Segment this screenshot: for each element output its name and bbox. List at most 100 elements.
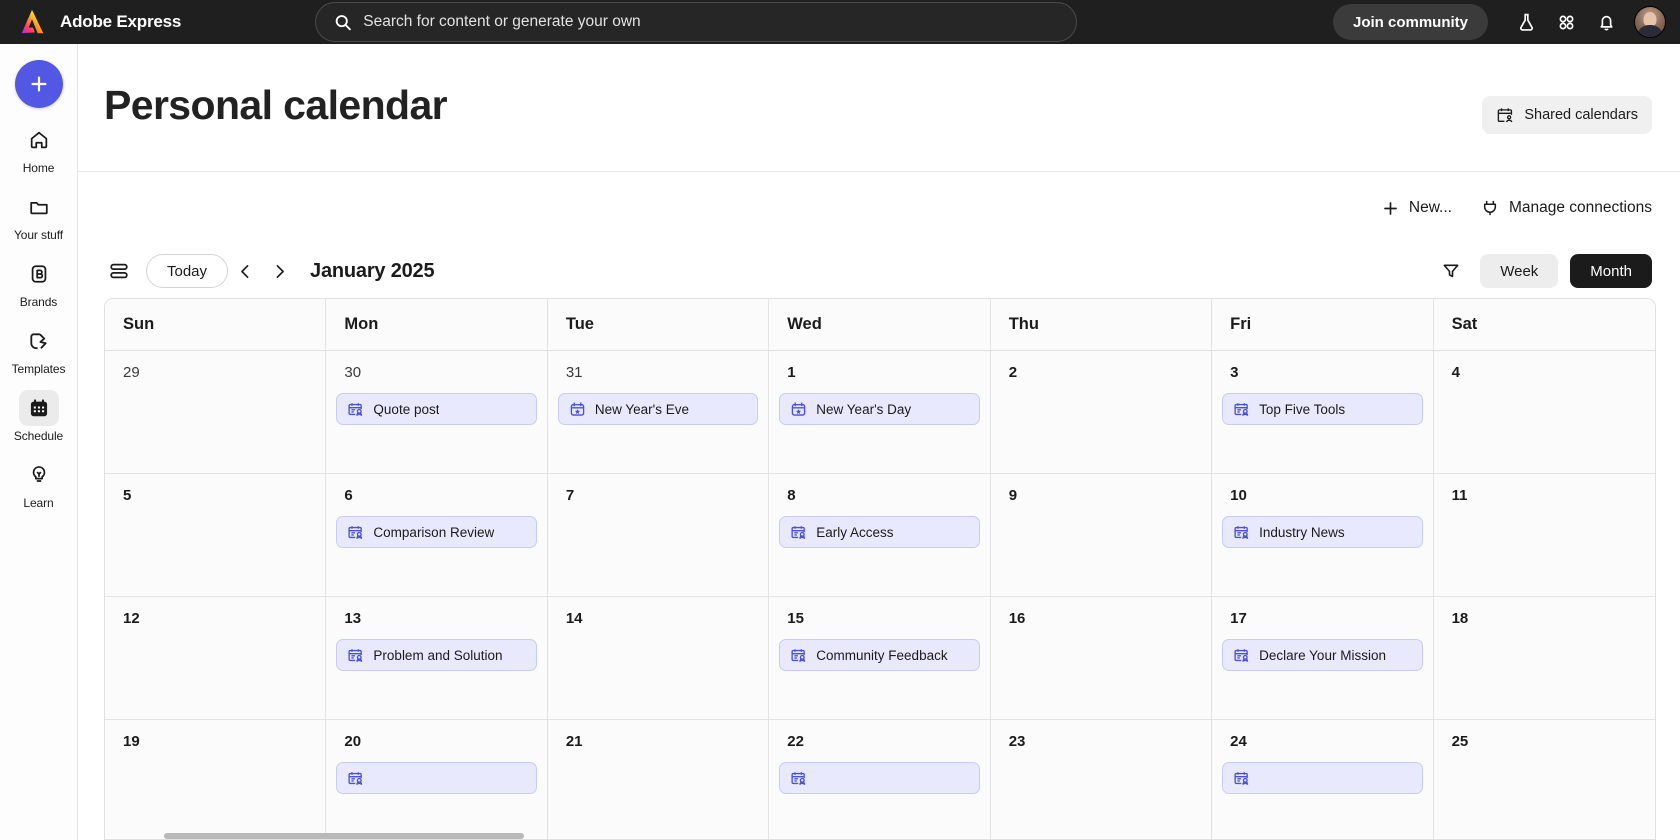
horizontal-scrollbar[interactable]: [104, 832, 1656, 840]
sidebar-item-brands[interactable]: Brands: [5, 256, 73, 309]
panel-list-icon[interactable]: [104, 256, 134, 286]
calendar-day-cell[interactable]: 30Quote post: [326, 351, 547, 473]
shared-calendars-button[interactable]: Shared calendars: [1482, 96, 1652, 134]
plug-icon: [1480, 198, 1500, 218]
sidebar-label-schedule: Schedule: [14, 429, 63, 443]
sidebar: Home Your stuff Brands Templates: [0, 44, 78, 840]
calendar-day-cell[interactable]: 25: [1434, 720, 1655, 840]
calendar-event-chip[interactable]: Declare Your Mission: [1222, 639, 1422, 671]
new-button[interactable]: New...: [1381, 199, 1452, 218]
calendar-event-chip[interactable]: Early Access: [779, 516, 979, 548]
event-title: Problem and Solution: [373, 648, 502, 663]
day-of-week-header: SunMonTueWedThuFriSat: [105, 299, 1655, 351]
filter-button[interactable]: [1434, 254, 1468, 288]
calendar-day-cell[interactable]: 14: [548, 597, 769, 719]
sidebar-label-learn: Learn: [23, 496, 53, 510]
day-number: 8: [779, 487, 979, 504]
view-week-button[interactable]: Week: [1480, 254, 1558, 288]
scheduled-post-icon: [790, 647, 807, 664]
day-header-tue: Tue: [548, 299, 769, 351]
page-title: Personal calendar: [104, 82, 447, 129]
view-month-button[interactable]: Month: [1570, 254, 1652, 288]
calendar-day-cell[interactable]: 23: [991, 720, 1212, 840]
day-number: 12: [115, 610, 315, 627]
calendar-event-chip[interactable]: Comparison Review: [336, 516, 536, 548]
lightbulb-icon: [19, 457, 59, 493]
day-number: 13: [336, 610, 536, 627]
beta-flask-icon[interactable]: [1506, 2, 1546, 42]
calendar-day-cell[interactable]: 15Community Feedback: [769, 597, 990, 719]
calendar-day-cell[interactable]: 8 Early Access: [769, 474, 990, 596]
prev-month-button[interactable]: [228, 254, 262, 288]
calendar-day-cell[interactable]: 9: [991, 474, 1212, 596]
new-button-label: New...: [1409, 199, 1452, 217]
calendar-event-chip[interactable]: Community Feedback: [779, 639, 979, 671]
calendar-event-chip[interactable]: Top Five Tools: [1222, 393, 1422, 425]
calendar-day-cell[interactable]: 11: [1434, 474, 1655, 596]
calendar-event-chip[interactable]: Problem and Solution: [336, 639, 536, 671]
calendar-grid: SunMonTueWedThuFriSat 2930Quote post31Ne…: [104, 298, 1656, 840]
next-month-button[interactable]: [262, 254, 296, 288]
create-new-button[interactable]: [15, 60, 63, 108]
day-number: 10: [1222, 487, 1422, 504]
calendar-day-cell[interactable]: 2: [991, 351, 1212, 473]
calendar-event-chip[interactable]: [336, 762, 536, 794]
calendar-day-cell[interactable]: 12: [105, 597, 326, 719]
calendar-day-cell[interactable]: 20: [326, 720, 547, 840]
calendar-day-cell[interactable]: 18: [1434, 597, 1655, 719]
scrollbar-thumb[interactable]: [164, 833, 524, 839]
day-header-thu: Thu: [991, 299, 1212, 351]
sidebar-item-your-stuff[interactable]: Your stuff: [5, 189, 73, 242]
calendar-day-cell[interactable]: 22: [769, 720, 990, 840]
calendar-event-chip[interactable]: Quote post: [336, 393, 536, 425]
scheduled-post-icon: [1233, 524, 1250, 541]
brand-home-link[interactable]: Adobe Express: [0, 7, 181, 37]
calendar-day-cell[interactable]: 4: [1434, 351, 1655, 473]
calendar-day-cell[interactable]: 17 Declare Your Mission: [1212, 597, 1433, 719]
calendar-day-cell[interactable]: 1New Year's Day: [769, 351, 990, 473]
calendar-day-cell[interactable]: 29: [105, 351, 326, 473]
bell-icon[interactable]: [1586, 2, 1626, 42]
today-button[interactable]: Today: [146, 254, 228, 288]
manage-connections-label: Manage connections: [1509, 199, 1652, 217]
brand-name: Adobe Express: [60, 12, 181, 32]
avatar[interactable]: [1634, 6, 1666, 38]
manage-connections-button[interactable]: Manage connections: [1480, 198, 1652, 218]
sidebar-item-home[interactable]: Home: [5, 122, 73, 175]
search-bar[interactable]: [315, 2, 1077, 42]
day-number: 22: [779, 733, 979, 750]
day-number: 2: [1001, 364, 1201, 381]
day-number: 3: [1222, 364, 1422, 381]
calendar-event-chip[interactable]: Industry News: [1222, 516, 1422, 548]
day-number: 25: [1444, 733, 1645, 750]
calendar-day-cell[interactable]: 6Comparison Review: [326, 474, 547, 596]
scheduled-post-icon: [1233, 770, 1250, 787]
calendar-day-cell[interactable]: 19: [105, 720, 326, 840]
sidebar-item-templates[interactable]: Templates: [5, 323, 73, 376]
shared-calendars-label: Shared calendars: [1524, 107, 1638, 123]
calendar-day-cell[interactable]: 16: [991, 597, 1212, 719]
calendar-day-cell[interactable]: 10 Industry News: [1212, 474, 1433, 596]
event-title: Top Five Tools: [1259, 402, 1345, 417]
calendar-day-cell[interactable]: 24: [1212, 720, 1433, 840]
calendar-day-cell[interactable]: 5: [105, 474, 326, 596]
calendar-day-cell[interactable]: 13 Problem and Solution: [326, 597, 547, 719]
day-number: 9: [1001, 487, 1201, 504]
scheduled-post-icon: [1233, 647, 1250, 664]
calendar-day-cell[interactable]: 7: [548, 474, 769, 596]
calendar-event-chip[interactable]: [779, 762, 979, 794]
plus-icon: [28, 73, 50, 95]
day-number: 17: [1222, 610, 1422, 627]
sidebar-item-schedule[interactable]: Schedule: [5, 390, 73, 443]
search-input[interactable]: [363, 13, 1058, 31]
calendar-event-chip[interactable]: [1222, 762, 1422, 794]
calendar-event-chip[interactable]: New Year's Day: [779, 393, 979, 425]
calendar-day-cell[interactable]: 3 Top Five Tools: [1212, 351, 1433, 473]
apps-grid-icon[interactable]: [1546, 2, 1586, 42]
sidebar-label-templates: Templates: [12, 362, 66, 376]
calendar-day-cell[interactable]: 21: [548, 720, 769, 840]
calendar-day-cell[interactable]: 31New Year's Eve: [548, 351, 769, 473]
sidebar-item-learn[interactable]: Learn: [5, 457, 73, 510]
join-community-button[interactable]: Join community: [1333, 4, 1488, 40]
calendar-event-chip[interactable]: New Year's Eve: [558, 393, 758, 425]
